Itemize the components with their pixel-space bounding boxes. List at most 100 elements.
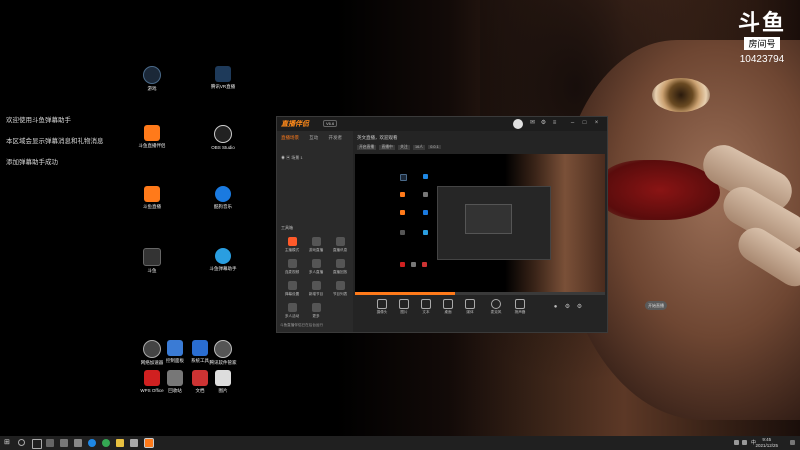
taskbar-clock[interactable]: 9:45 2021/12/25 [755, 437, 778, 449]
info-chip[interactable]: 关注 [398, 145, 410, 150]
close-icon[interactable]: × [593, 120, 600, 127]
tool-item[interactable]: 直播回放 [329, 259, 351, 275]
steam-icon [143, 66, 161, 84]
desktop-icon-label: 斗鱼 [147, 268, 157, 273]
streaming-app-window[interactable]: 直播伴侣 V6.6 ✉ ⚙ ≡ – □ × 直播场景 互动 开发者 ◉ ▣ 场景… [276, 116, 667, 333]
control-label: 麦克风 [490, 310, 502, 314]
tool-label: 连麦视频 [284, 270, 300, 274]
taskbar-app-icon[interactable] [74, 439, 82, 447]
tool-label: 弹幕设置 [284, 292, 300, 296]
desktop-icon-kugou[interactable]: 酷狗音乐 [208, 186, 238, 209]
tool-item[interactable]: 连麦视频 [281, 259, 303, 275]
tool-item[interactable]: 新增节目 [305, 281, 327, 297]
control-label: 图片 [400, 310, 408, 314]
desktop-icon-douyu[interactable]: 斗鱼 [137, 248, 167, 273]
preview-icon [423, 230, 428, 235]
desktop-icon-label: 斗鱼弹幕助手 [209, 266, 237, 271]
desktop: 斗鱼 房间号 10423794 欢迎使用斗鱼弹幕助手 本区域会显示弹幕消息和礼物… [0, 0, 800, 436]
windows-start-icon[interactable]: ⊞ [4, 439, 12, 447]
camera-icon [377, 299, 387, 309]
tool-item[interactable]: 节目列表 [329, 281, 351, 297]
desktop-icon-image[interactable]: 图片 [208, 370, 238, 393]
control-speaker[interactable]: 扬声器 [509, 299, 531, 315]
user-avatar[interactable] [513, 119, 523, 129]
tool-icon [287, 237, 297, 246]
volume-icon[interactable] [742, 440, 747, 445]
tool-icon [311, 259, 321, 268]
room-title[interactable]: 英文直播，欢迎观看 [357, 135, 443, 141]
tab-interact[interactable]: 互动 [309, 135, 318, 140]
image-icon [399, 299, 409, 309]
edge-icon[interactable] [88, 439, 96, 447]
control-media[interactable]: 媒体 [459, 299, 481, 315]
settings-icon[interactable]: ⚙ [576, 304, 583, 311]
network-icon[interactable] [734, 440, 739, 445]
notification-icon[interactable] [790, 440, 795, 445]
desktop-icon-manager[interactable]: 腾讯软件管家 [208, 340, 238, 365]
tab-developer[interactable]: 开发者 [329, 135, 343, 140]
taskbar-app-icon[interactable] [60, 439, 68, 447]
desktop-icon-tencent[interactable]: 腾讯VR直播 [208, 66, 238, 89]
tool-label: 多人直播 [308, 270, 324, 274]
message-line: 欢迎使用斗鱼弹幕助手 [6, 117, 71, 124]
tool-item[interactable]: 多人直播 [305, 259, 327, 275]
app-version[interactable]: V6.6 [323, 120, 338, 127]
taskbar: ⊞ 中 9:45 2021/12/25 [0, 436, 800, 450]
menu-icon[interactable]: ≡ [551, 120, 558, 127]
danmu-icon [215, 248, 231, 264]
tool-item[interactable]: 游戏直播 [305, 237, 327, 253]
taskbar-app-icon[interactable] [46, 439, 54, 447]
chrome-icon[interactable] [102, 439, 110, 447]
room-info: 英文直播，欢迎观看 开启直播 直播中 关注 16人 0.0.1 [357, 135, 443, 150]
info-chip[interactable]: 开启直播 [357, 145, 377, 150]
preview-icon [422, 262, 427, 267]
clock-date: 2021/12/25 [755, 443, 778, 448]
desktop-icon-label: 图片 [218, 388, 228, 393]
desktop-icon-douyu-live[interactable]: 斗鱼直播 [137, 186, 167, 209]
desktop-icon-danmu[interactable]: 斗鱼弹幕助手 [208, 248, 238, 271]
preview-icon [400, 210, 405, 215]
taskview-icon[interactable] [32, 439, 42, 449]
desktop-icon-douyu-app[interactable]: 斗鱼直播伴侣 [137, 125, 167, 148]
settings-icon[interactable]: ⚙ [540, 120, 547, 127]
control-mic[interactable]: 麦克风 [485, 299, 507, 315]
stream-preview[interactable] [355, 154, 605, 292]
app-brand: 直播伴侣 [281, 121, 309, 128]
douyu-taskbar-icon[interactable] [144, 438, 154, 448]
eye-icon[interactable]: ◉ [281, 155, 285, 160]
tool-item[interactable]: 弹幕设置 [281, 281, 303, 297]
scene-row[interactable]: ◉ ▣ 场景 1 [281, 155, 303, 161]
start-live-button[interactable]: 开始直播 [645, 301, 667, 310]
folder-icon[interactable] [116, 439, 124, 447]
search-icon[interactable] [18, 439, 25, 446]
danmu-messages: 欢迎使用斗鱼弹幕助手 本区域会显示弹幕消息和礼物消息 添加弹幕助手成功 [6, 114, 104, 177]
message-icon[interactable]: ✉ [529, 120, 536, 127]
control-text[interactable]: 文本 [415, 299, 437, 315]
control-image[interactable]: 图片 [393, 299, 415, 315]
app-titlebar[interactable]: 直播伴侣 V6.6 ✉ ⚙ ≡ – □ × [277, 117, 607, 131]
maximize-icon[interactable]: □ [581, 120, 588, 127]
control-desktop[interactable]: 桌面 [437, 299, 459, 315]
minimize-icon[interactable]: – [569, 120, 576, 127]
desktop-icon-steam[interactable]: 游戏 [137, 66, 167, 91]
control-label: 文本 [422, 310, 430, 314]
tool-item[interactable]: 直播讯息 [329, 237, 351, 253]
preview-nested-window [465, 204, 512, 234]
douyu-app-icon [144, 125, 160, 141]
tool-label: 多人活动 [284, 314, 300, 318]
tool-icon [311, 303, 321, 312]
tool-item[interactable]: 多人活动 [281, 303, 303, 319]
text-icon [421, 299, 431, 309]
douyu-watermark: 斗鱼 房间号 10423794 [738, 12, 786, 66]
desktop-icon-obs[interactable]: OBS Studio [208, 125, 238, 150]
tools-header-label: 工具箱 [281, 225, 293, 230]
taskbar-app-icon[interactable] [130, 439, 138, 447]
desktop-icon-label: OBS Studio [211, 145, 235, 150]
tool-item[interactable]: 主播模式 [281, 237, 303, 253]
gear-icon[interactable]: ⚙ [564, 304, 571, 311]
tool-item[interactable]: 更多 [305, 303, 327, 319]
tab-scene[interactable]: 直播场景 [281, 135, 299, 140]
lock-icon[interactable]: ▣ [286, 155, 290, 160]
record-icon[interactable]: ● [552, 304, 559, 311]
control-camera[interactable]: 摄像头 [371, 299, 393, 315]
